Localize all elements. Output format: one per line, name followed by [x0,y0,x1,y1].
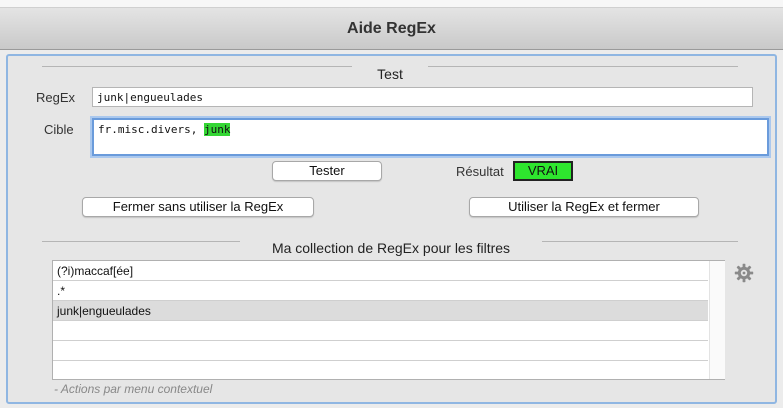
target-input[interactable]: fr.misc.divers, junk [92,118,769,156]
target-label: Cible [44,122,74,137]
gear-icon[interactable] [734,263,754,283]
list-item[interactable] [53,361,708,381]
regex-input[interactable]: junk|engueulades [92,87,753,107]
window-title: Aide RegEx [347,20,436,37]
result-badge: VRAI [513,161,573,181]
context-menu-hint: - Actions par menu contextuel [54,382,213,396]
titlebar-top-strip [0,0,783,8]
collection-divider-right [542,241,738,242]
test-section-title: Test [377,66,403,82]
list-item[interactable]: (?i)maccaf[ée] [53,261,708,281]
target-match-highlight: junk [203,123,231,136]
list-scrollbar[interactable] [709,261,725,379]
section-divider-right [428,66,738,67]
result-label: Résultat [456,164,504,179]
window-titlebar: Aide RegEx [0,0,783,50]
regex-collection-list[interactable]: (?i)maccaf[ée] .* junk|engueulades [52,260,725,380]
list-item[interactable]: junk|engueulades [53,301,708,321]
collection-title: Ma collection de RegEx pour les filtres [271,240,511,256]
list-item[interactable] [53,321,708,341]
section-divider-left [42,66,352,67]
main-panel: Test RegEx junk|engueulades Cible fr.mis… [6,54,777,404]
list-item[interactable] [53,341,708,361]
list-item[interactable]: .* [53,281,708,301]
use-regex-and-close-button[interactable]: Utiliser la RegEx et fermer [469,197,699,217]
target-text: fr.misc.divers, [98,123,204,136]
close-without-regex-button[interactable]: Fermer sans utiliser la RegEx [82,197,314,217]
test-button[interactable]: Tester [272,161,382,181]
collection-divider-left [42,241,240,242]
regex-label: RegEx [36,90,76,105]
